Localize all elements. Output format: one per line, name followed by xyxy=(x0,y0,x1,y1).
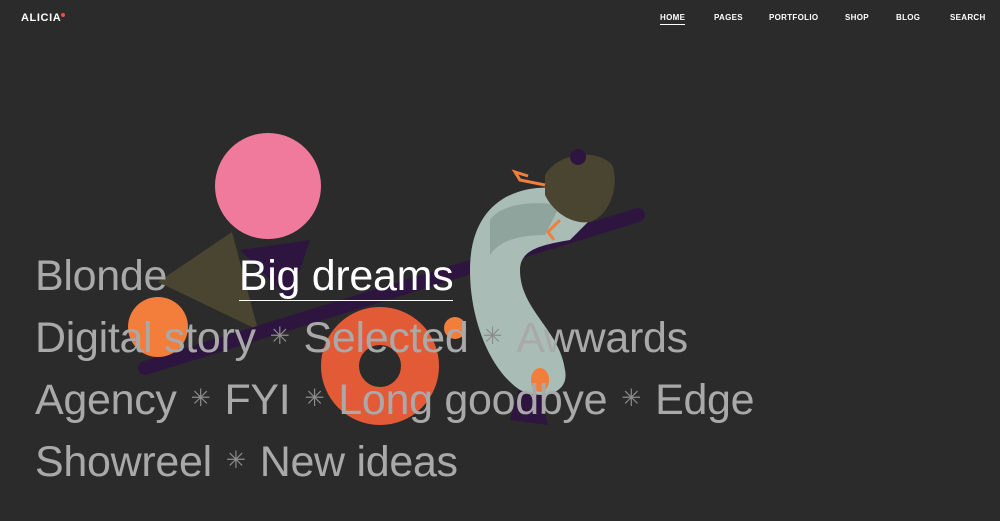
project-awwards[interactable]: Awwards xyxy=(516,314,688,362)
project-edge[interactable]: Edge xyxy=(655,376,755,424)
project-blonde[interactable]: Blonde xyxy=(35,252,167,300)
project-digital-story[interactable]: Digital story xyxy=(35,314,256,362)
project-selected[interactable]: Selected xyxy=(304,314,469,362)
project-line-4: Showreel ✳ New ideas xyxy=(35,436,458,491)
project-line-2: Digital story ✳ Selected ✳ Awwards xyxy=(35,312,688,367)
project-agency[interactable]: Agency xyxy=(35,376,177,424)
pink-circle-shape xyxy=(215,133,321,239)
project-showreel[interactable]: Showreel xyxy=(35,438,212,486)
person-head-shape xyxy=(570,149,586,165)
project-line-1: Blonde✳Big dreams xyxy=(35,250,454,305)
separator-icon: ✳ xyxy=(225,446,246,474)
separator-icon: ✳ xyxy=(269,322,290,350)
project-long-goodbye[interactable]: Long goodbye xyxy=(338,376,607,424)
separator-icon: ✳ xyxy=(621,384,642,412)
separator-icon: ✳ xyxy=(190,384,211,412)
project-new-ideas[interactable]: New ideas xyxy=(260,438,458,486)
project-big-dreams[interactable]: Big dreams xyxy=(238,252,454,301)
separator-icon: ✳ xyxy=(482,322,503,350)
project-fyi[interactable]: FYI xyxy=(224,376,290,424)
person-arm-shape xyxy=(511,169,546,187)
project-line-3: Agency ✳ FYI ✳ Long goodbye ✳ Edge xyxy=(35,374,755,429)
separator-icon: ✳ xyxy=(304,384,325,412)
